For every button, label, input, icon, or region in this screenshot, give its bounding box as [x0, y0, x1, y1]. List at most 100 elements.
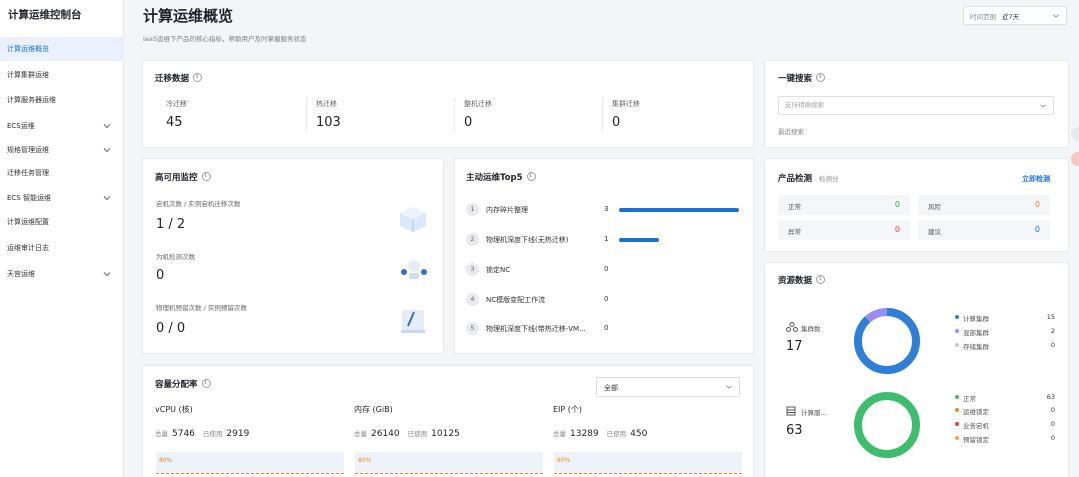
sidebar-item-label: 迁移任务管理 [7, 169, 49, 177]
info-icon[interactable] [201, 172, 211, 181]
legend-value: 0 [1050, 406, 1055, 414]
legend-value: 2 [1050, 327, 1055, 335]
time-range-label: 时间范围 [970, 12, 996, 21]
donut-segment [854, 392, 920, 458]
total-value: 5746 [172, 429, 195, 439]
page-subtitle: IaaS运维下产品的核心指标，帮助用户及时掌握服务状态 [143, 35, 307, 43]
divider [602, 98, 603, 132]
sidebar-item[interactable]: 运维审计日志 [0, 236, 124, 260]
used-value: 450 [630, 429, 648, 439]
sidebar: 计算运维控制台 计算运维概览计算集群运维计算服务器运维 ECS运维规格管理运维迁移… [0, 0, 124, 477]
rank-badge: 2 [466, 233, 479, 246]
cold-migration-label: 冷迁移 [166, 100, 187, 108]
app-title: 计算运维控制台 [8, 9, 82, 21]
count-bar [619, 208, 739, 212]
legend-dot [955, 422, 959, 426]
donut-segment [854, 308, 920, 374]
legend-dot [955, 408, 959, 412]
sidebar-item[interactable]: 计算运维配置 [0, 210, 124, 234]
search-input[interactable]: 支持精确搜索 [778, 96, 1054, 115]
legend-label: 预留锁定 [963, 436, 989, 444]
cluster-count-label: 集群数 [801, 325, 821, 333]
capacity-col-stats: 总量 13289 已使用 450 [553, 428, 655, 439]
legend-dot [955, 329, 959, 333]
top5-row[interactable]: 5 物理机深度下线(带热迁移-VM... 0 [466, 322, 751, 338]
check-now-link[interactable]: 立即检测 [1022, 174, 1050, 184]
time-range-value: 近7天 [1002, 12, 1020, 21]
check-result-value: 0 [1034, 225, 1040, 234]
task-count: 0 [604, 324, 609, 332]
top5-row[interactable]: 2 物理机深度下线(无热迁移) 1 [466, 233, 751, 249]
ha-label-1: 宕机次数 / 实例宕机迁移次数 [156, 200, 241, 208]
sidebar-item[interactable]: 迁移任务管理 [0, 161, 124, 185]
rate-label: 80% [159, 457, 173, 464]
info-icon[interactable] [193, 73, 203, 82]
top5-row[interactable]: 3 锁定NC 0 [466, 263, 751, 279]
sidebar-item[interactable]: 规格管理运维 [0, 138, 124, 162]
resource-title: 资源数据 [778, 274, 826, 286]
check-result-cell[interactable]: 异常 0 [778, 220, 910, 240]
side-tab-help[interactable] [1071, 152, 1079, 166]
capacity-rate-bar: 80% [355, 452, 543, 474]
info-icon[interactable] [816, 275, 826, 284]
capacity-col-title: 内存 (GiB) [354, 405, 393, 414]
product-check-title: 产品检测 检测分 [778, 174, 839, 184]
check-result-value: 0 [1034, 200, 1040, 209]
check-result-cell[interactable]: 风险 0 [918, 195, 1050, 215]
sidebar-item[interactable]: 计算运维概览 [0, 37, 124, 61]
legend-label: 混部集群 [963, 329, 989, 337]
migration-card [142, 60, 754, 148]
legend-value: 0 [1050, 420, 1055, 428]
info-icon[interactable] [526, 172, 536, 181]
hot-migration-label: 热迁移 [316, 100, 337, 108]
capacity-filter-select[interactable]: 全部 [596, 377, 740, 397]
legend-item: 正常 63 [955, 393, 1055, 403]
top5-row[interactable]: 1 内存碎片整理 3 [466, 203, 751, 219]
check-result-cell[interactable]: 正常 0 [778, 195, 910, 215]
sidebar-item[interactable]: 天宫运维 [0, 262, 124, 286]
sidebar-item[interactable]: ECS运维 [0, 114, 124, 138]
used-value: 10125 [431, 429, 460, 439]
sidebar-item-label: 计算集群运维 [7, 71, 49, 79]
cluster-icon [786, 322, 798, 332]
check-result-label: 风险 [928, 203, 941, 211]
legend-value: 63 [1046, 393, 1055, 401]
capacity-rate-bar: 80% [554, 452, 742, 474]
robot-illustration-icon [401, 260, 427, 279]
legend-value: 15 [1046, 313, 1055, 321]
task-name: NC模版变配工作流 [486, 296, 546, 304]
task-name: 物理机深度下线(带热迁移-VM... [486, 325, 586, 333]
migration-title: 迁移数据 [155, 72, 203, 84]
check-result-cell[interactable]: 建议 0 [918, 220, 1050, 240]
legend-dot [955, 395, 959, 399]
task-name: 锁定NC [486, 266, 511, 274]
sidebar-item[interactable]: 计算集群运维 [0, 63, 124, 87]
info-icon[interactable] [816, 73, 826, 82]
top5-title: 主动运维Top5 [466, 171, 536, 183]
task-count: 3 [604, 205, 609, 213]
legend-item: 运维锁定 0 [955, 406, 1055, 416]
chevron-down-icon [726, 385, 732, 389]
info-icon[interactable] [201, 379, 211, 388]
sidebar-item-label: ECS运维 [7, 122, 35, 130]
check-result-label: 建议 [928, 228, 941, 236]
legend-item: 预留锁定 0 [955, 434, 1055, 444]
divider [306, 98, 307, 132]
ha-value-2: 0 [156, 268, 165, 283]
sidebar-item[interactable]: 计算服务器运维 [0, 88, 124, 112]
legend-label: 存储集群 [963, 343, 989, 351]
top5-row[interactable]: 4 NC模版变配工作流 0 [466, 293, 751, 309]
capacity-filter-value: 全部 [604, 384, 618, 392]
sidebar-item[interactable]: ECS 智能运维 [0, 186, 124, 210]
time-range-select[interactable]: 时间范围 近7天 [963, 6, 1067, 25]
chevron-down-icon [1053, 14, 1059, 18]
total-value: 26140 [371, 429, 400, 439]
chevron-down-icon [103, 272, 111, 277]
side-tab-feedback[interactable] [1071, 127, 1079, 141]
server-count-value: 63 [786, 423, 803, 438]
capacity-rate-bar: 80% [156, 452, 344, 474]
legend-dot [955, 436, 959, 440]
chevron-down-icon [103, 196, 111, 201]
check-result-value: 0 [894, 200, 900, 209]
server-donut-chart [854, 392, 920, 458]
